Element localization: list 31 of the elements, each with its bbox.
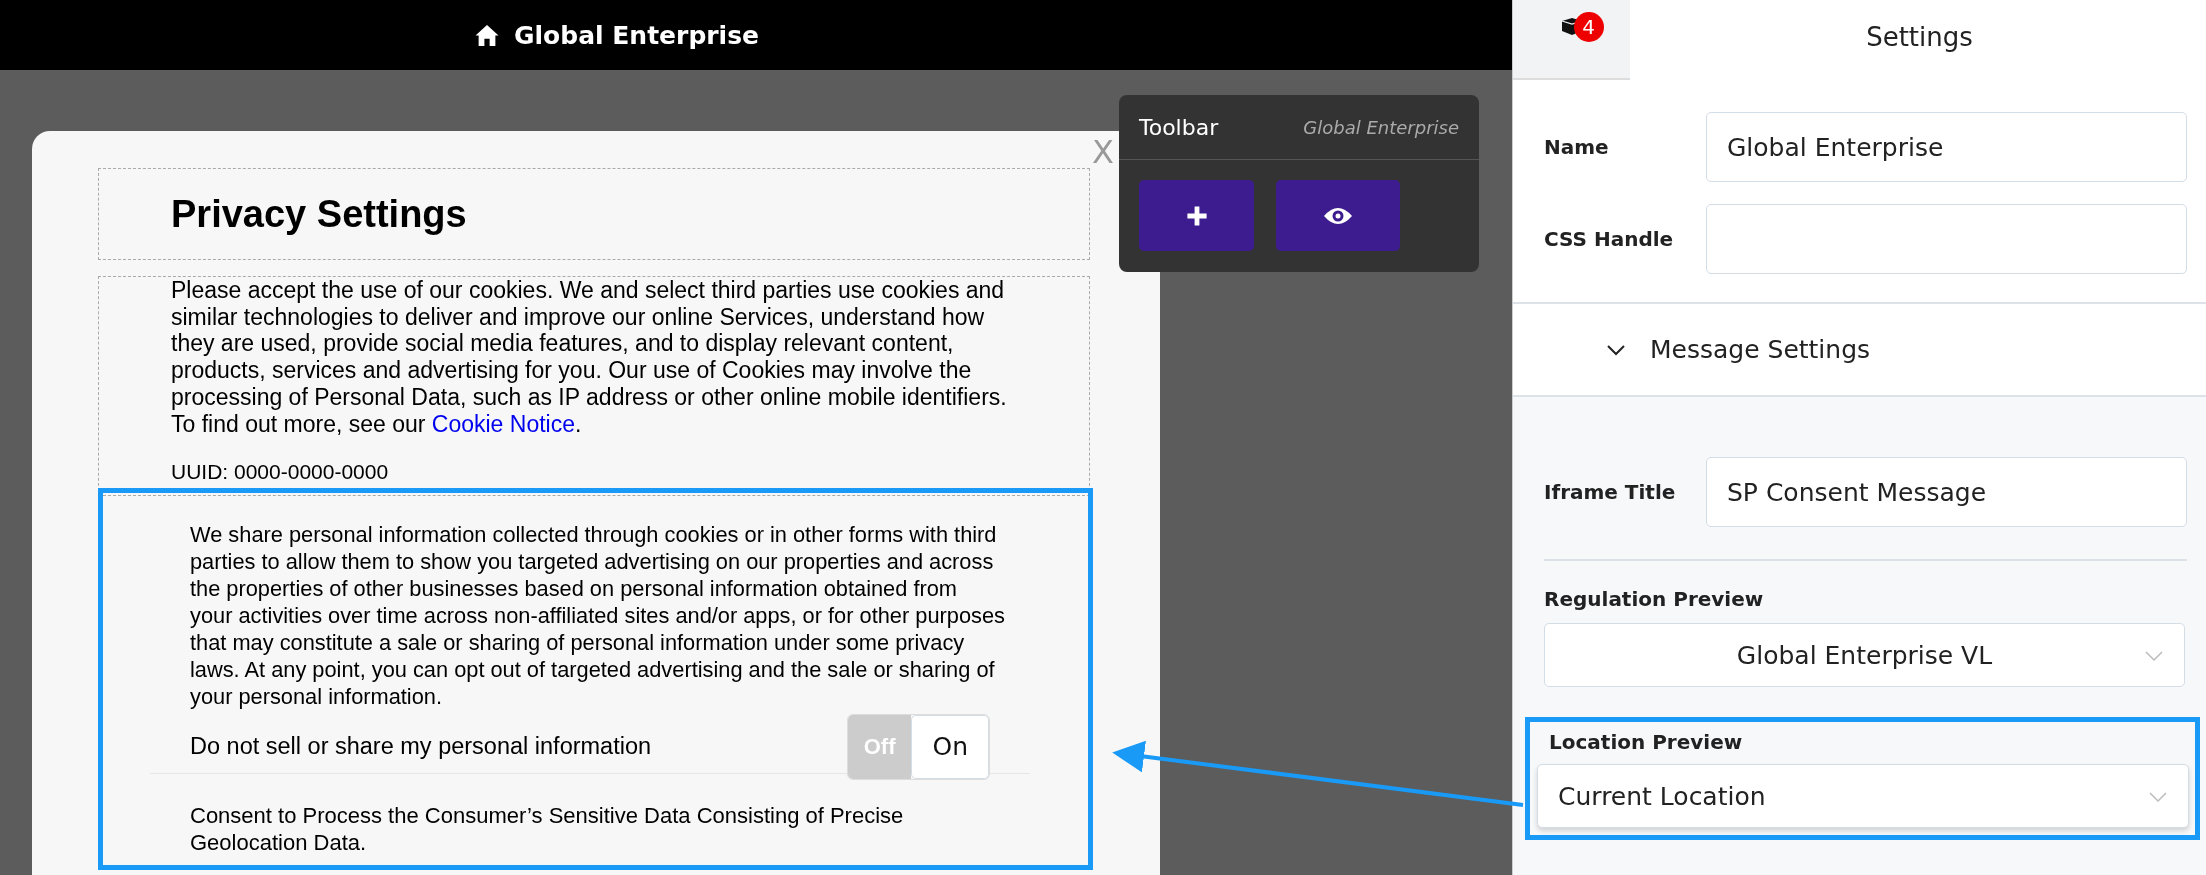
panel-title: Settings xyxy=(1866,22,1973,54)
toolbar-title: Toolbar xyxy=(1139,114,1219,140)
field-label: CSS Handle xyxy=(1544,227,1675,251)
toolbar-subtitle: Global Enterprise xyxy=(1303,116,1459,138)
field-label: Name xyxy=(1544,135,1610,159)
chevron-icon xyxy=(2148,791,2168,803)
text-field[interactable] xyxy=(1706,204,2187,274)
cookie-notice-link[interactable]: Cookie Notice xyxy=(431,410,575,437)
field-label: Location Preview xyxy=(1548,730,1744,754)
text-field[interactable]: SP Consent Message xyxy=(1706,457,2187,527)
field-label: Regulation Preview xyxy=(1544,587,1765,611)
dropdown[interactable]: Current Location xyxy=(1537,764,2189,828)
plus-icon xyxy=(1184,203,1209,228)
text-field[interactable]: Global Enterprise xyxy=(1706,112,2187,182)
uuid-text: UUID: 0000-0000-0000 xyxy=(171,459,390,486)
toggle-label: Do not sell or share my personal information xyxy=(190,733,652,760)
dropdown[interactable]: Global Enterprise VL xyxy=(1544,623,2185,687)
field-label: Iframe Title xyxy=(1544,480,1677,504)
notice-text: We share personal information collected through cookies or in other forms with third parties to allow them to show you targeted advertising on our properties and across the properties of other businesses based on personal information obtained from your activities over time across non-affiliated sites and/or apps, or for other purposes that may constitute a sale or sharing of personal information under some privacy laws. At any point, you can opt out of targeted advertising and the sale or sharing of your personal information. xyxy=(190,521,1005,710)
cookie-notice-text: Please accept the use of our cookies. We and select third parties use cookies and similar technologies to deliver and improve our online Services, understand how they are used, provide social media features, and to display relevant content, products, services and advertising for you. Our use of Cookies may involve the processing of Personal Data, such as IP address or other online mobile identifiers. To find out more, see our Cookie Notice. xyxy=(171,277,1008,438)
preview-button[interactable] xyxy=(1276,180,1400,251)
modal-title: Privacy Settings xyxy=(171,192,467,236)
notification-badge: 4 xyxy=(1573,12,1604,42)
add-button[interactable] xyxy=(1139,180,1254,251)
consent-text: Consent to Process the Consumer’s Sensitive Data Consisting of Precise Geolocation Data. xyxy=(190,802,905,856)
toggle-option[interactable]: On xyxy=(911,714,989,779)
chevron-icon xyxy=(2144,650,2164,662)
app-title: Global Enterprise xyxy=(513,20,759,50)
home-icon xyxy=(473,23,500,47)
section-header[interactable]: Message Settings xyxy=(1513,304,2206,397)
eye-icon xyxy=(1323,205,1353,226)
